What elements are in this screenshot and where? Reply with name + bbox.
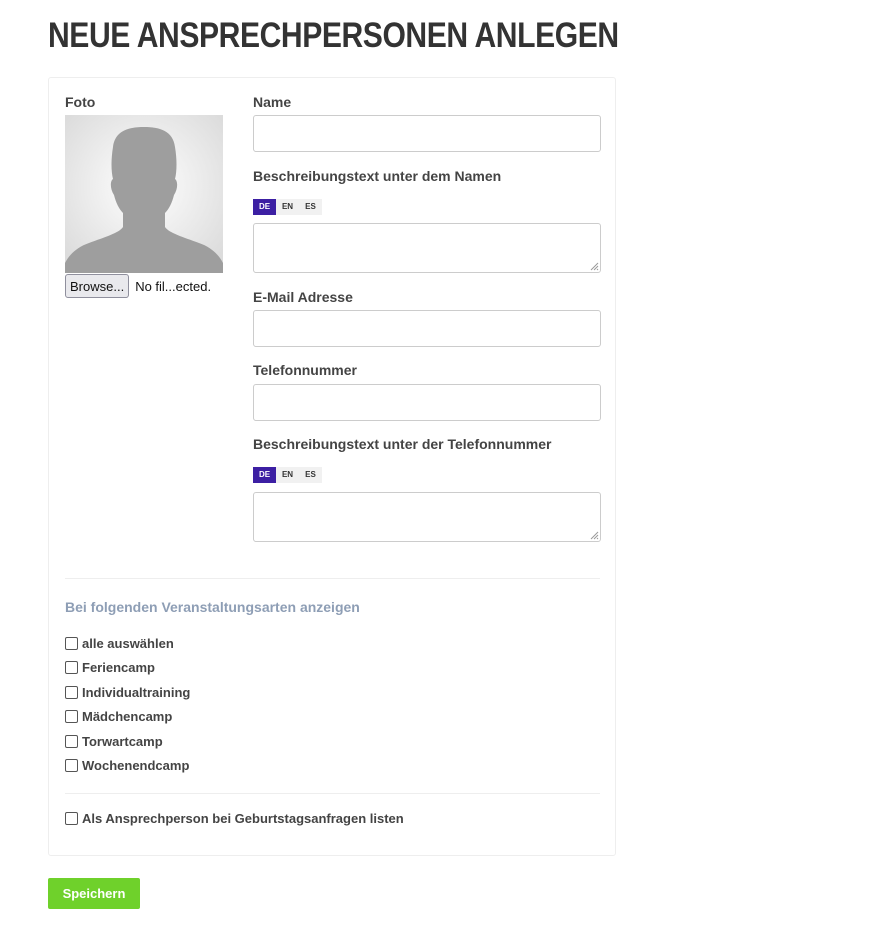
checkbox-row-wochenendcamp[interactable]: Wochenendcamp xyxy=(65,757,189,773)
checkbox-row-maedchencamp[interactable]: Mädchencamp xyxy=(65,708,172,724)
lang-tab-de[interactable]: DE xyxy=(253,467,276,483)
lang-tab-de[interactable]: DE xyxy=(253,199,276,215)
checkbox[interactable] xyxy=(65,709,78,723)
checkbox[interactable] xyxy=(65,758,78,772)
description-phone-label: Beschreibungstext unter der Telefonnumme… xyxy=(253,436,552,452)
lang-tab-en[interactable]: EN xyxy=(276,199,299,215)
description-name-textarea[interactable] xyxy=(253,223,601,273)
checkbox-label: Individualtraining xyxy=(82,684,191,700)
checkbox[interactable] xyxy=(65,636,78,650)
description-name-label: Beschreibungstext unter dem Namen xyxy=(253,168,502,184)
checkbox[interactable] xyxy=(65,811,78,825)
save-button[interactable]: Speichern xyxy=(48,878,140,909)
description-phone-language-tabs: DE EN ES xyxy=(253,467,322,483)
description-name-language-tabs: DE EN ES xyxy=(253,199,322,215)
checkbox-row-feriencamp[interactable]: Feriencamp xyxy=(65,659,155,675)
email-input[interactable] xyxy=(253,310,601,347)
checkbox[interactable] xyxy=(65,685,78,699)
checkbox-label: Torwartcamp xyxy=(82,733,163,749)
file-upload: Browse... No fil...ected. xyxy=(65,274,211,298)
checkbox-label: Feriencamp xyxy=(82,659,155,675)
phone-input[interactable] xyxy=(253,384,601,421)
checkbox-row-birthday[interactable]: Als Ansprechperson bei Geburtstagsanfrag… xyxy=(65,810,404,826)
resize-handle-icon[interactable] xyxy=(589,261,599,271)
file-status: No fil...ected. xyxy=(135,278,212,294)
photo-preview xyxy=(65,115,223,273)
checkbox-row-torwartcamp[interactable]: Torwartcamp xyxy=(65,733,163,749)
name-input[interactable] xyxy=(253,115,601,152)
person-silhouette-icon xyxy=(65,115,223,273)
checkbox-label: Als Ansprechperson bei Geburtstagsanfrag… xyxy=(82,810,404,826)
checkbox-row-individualtraining[interactable]: Individualtraining xyxy=(65,684,190,700)
checkbox-label: Mädchencamp xyxy=(82,708,173,724)
event-types-title: Bei folgenden Veranstaltungsarten anzeig… xyxy=(65,599,360,615)
checkbox-label: alle auswählen xyxy=(82,635,174,651)
lang-tab-es[interactable]: ES xyxy=(299,199,322,215)
checkbox-row-select-all[interactable]: alle auswählen xyxy=(65,635,174,651)
lang-tab-es[interactable]: ES xyxy=(299,467,322,483)
contact-form-card: Foto Browse... No fil...ected. Name Besc… xyxy=(48,77,616,856)
description-phone-textarea[interactable] xyxy=(253,492,601,542)
email-label: E-Mail Adresse xyxy=(253,289,353,305)
checkbox[interactable] xyxy=(65,660,78,674)
photo-label: Foto xyxy=(65,94,96,110)
checkbox-label: Wochenendcamp xyxy=(82,757,190,773)
divider xyxy=(65,578,600,579)
page-title: NEUE ANSPRECHPERSONEN ANLEGEN xyxy=(48,16,619,55)
divider xyxy=(65,793,600,794)
resize-handle-icon[interactable] xyxy=(589,530,599,540)
checkbox[interactable] xyxy=(65,734,78,748)
phone-label: Telefonnummer xyxy=(253,362,357,378)
name-label: Name xyxy=(253,94,292,110)
lang-tab-en[interactable]: EN xyxy=(276,467,299,483)
browse-button[interactable]: Browse... xyxy=(65,274,130,298)
